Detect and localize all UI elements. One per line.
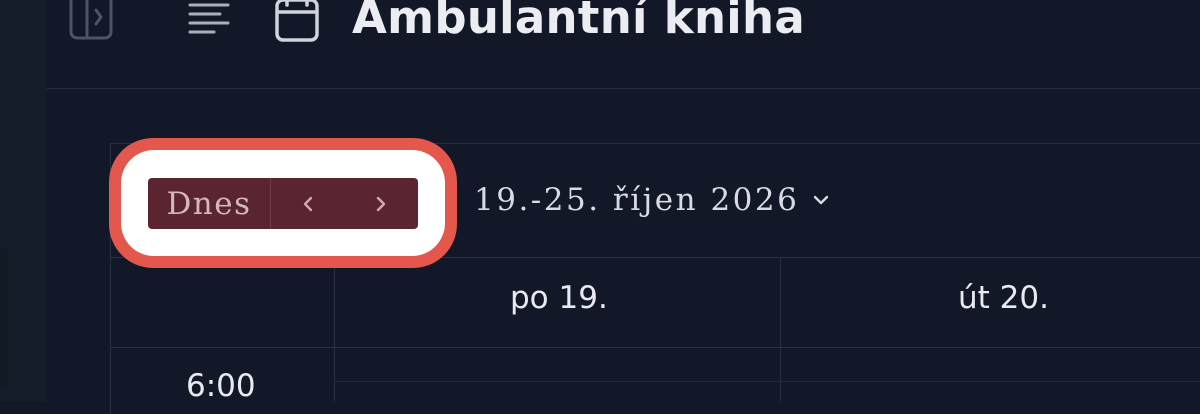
time-slot-label: 6:00 (186, 368, 256, 404)
sidebar-shadow (0, 248, 8, 388)
chevron-right-icon (377, 196, 386, 211)
menu-lines-icon[interactable] (186, 0, 230, 40)
day-column-divider (780, 257, 781, 401)
today-button[interactable]: Dnes (148, 178, 271, 229)
day-header-tuesday: út 20. (958, 280, 1049, 316)
date-navigation-group: Dnes (148, 178, 418, 229)
half-hour-line (335, 381, 1200, 382)
chevron-left-icon (303, 196, 312, 211)
date-range-label: 19.-25. říjen 2026 (474, 182, 800, 218)
next-week-button[interactable] (345, 178, 419, 229)
date-range-selector[interactable]: 19.-25. říjen 2026 (474, 182, 831, 218)
chevron-down-icon (814, 195, 829, 205)
calendar-icon (272, 0, 322, 44)
left-sidebar-strip (0, 0, 47, 401)
previous-week-button[interactable] (271, 178, 345, 229)
sidebar-toggle-icon[interactable] (69, 0, 115, 40)
page-title: Ambulantní kniha (352, 0, 806, 44)
day-header-monday: po 19. (510, 280, 608, 316)
